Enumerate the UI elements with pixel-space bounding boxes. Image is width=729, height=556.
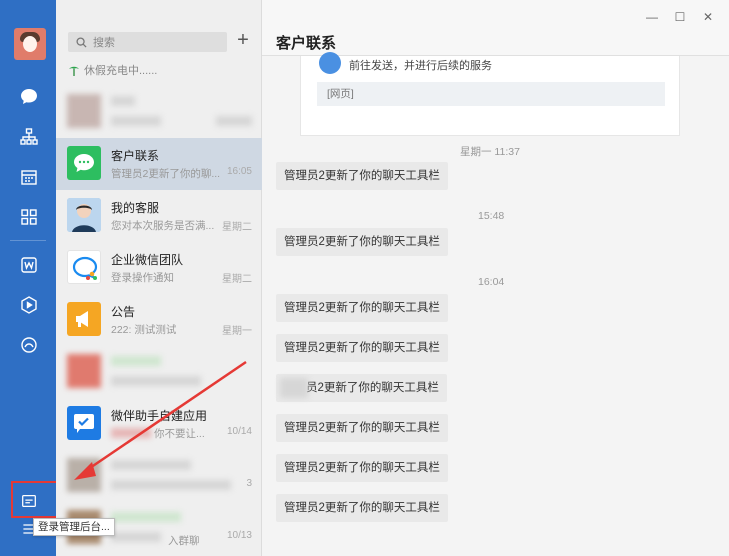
list-item-customer-contact[interactable]: 客户联系 管理员2更新了你的聊... 16:05 <box>56 138 262 190</box>
checkmark-chat-icon <box>67 406 101 440</box>
chat-header: 客户联系 — ☐ ✕ <box>262 0 729 56</box>
status-text: 休假充电中...... <box>84 65 158 77</box>
doc-w-icon[interactable] <box>18 254 40 276</box>
close-button[interactable]: ✕ <box>701 10 715 24</box>
palm-tree-icon <box>69 66 79 76</box>
card-text: 前往发送，并进行后续的服务 <box>349 60 492 72</box>
system-message: 管理员2更新了你的聊天工具栏 <box>276 494 448 522</box>
session-list: 搜索 + 休假充电中...... 客户联系 管理员2更新了你的聊... 16:0… <box>56 0 262 556</box>
session-name: 公告 <box>111 305 136 319</box>
calendar-icon[interactable] <box>18 166 40 188</box>
session-name: 企业微信团队 <box>111 253 184 267</box>
list-item-blurred[interactable] <box>56 346 262 398</box>
chat-bubble-icon <box>67 146 101 180</box>
admin-tooltip: 登录管理后台... <box>33 518 115 536</box>
megaphone-icon <box>67 302 101 336</box>
session-time: 星期一 <box>222 326 252 337</box>
session-preview: 入群聊 <box>168 535 200 547</box>
list-item-blurred[interactable]: 3 <box>56 450 262 502</box>
system-message: 管理员2更新了你的聊天工具栏 <box>276 294 448 322</box>
meeting-play-icon[interactable] <box>18 294 40 316</box>
card-icon <box>319 52 341 74</box>
system-message: 管理员2更新了你的聊天工具栏 <box>276 228 448 256</box>
session-preview: 登录操作通知 <box>111 272 174 284</box>
add-button[interactable]: + <box>234 30 252 52</box>
maximize-button[interactable]: ☐ <box>673 10 687 24</box>
timestamp: 16:04 <box>478 276 505 288</box>
session-name: 微伴助手自建应用 <box>111 409 208 423</box>
system-message: 管理员2更新了你的聊天工具栏 <box>276 454 448 482</box>
list-item-my-service[interactable]: 我的客服 您对本次服务是否满... 星期二 <box>56 190 262 242</box>
card-footer: [网页] <box>317 82 665 106</box>
system-message: 管理员2更新了你的聊天工具栏 <box>276 414 448 442</box>
timestamp: 星期一 11:37 <box>460 146 520 158</box>
nav-rail <box>0 0 56 556</box>
search-input[interactable]: 搜索 <box>68 32 227 52</box>
list-item-announcement[interactable]: 公告 222: 测试测试 星期一 <box>56 294 262 346</box>
session-time: 星期二 <box>222 274 252 285</box>
wecom-logo-icon <box>67 250 101 284</box>
session-preview: 你不要让... <box>154 428 205 440</box>
session-time: 10/14 <box>226 426 252 437</box>
agent-avatar <box>67 198 101 232</box>
search-placeholder: 搜索 <box>93 37 115 49</box>
list-item-wecom-team[interactable]: 企业微信团队 登录操作通知 星期二 <box>56 242 262 294</box>
session-time: 星期二 <box>222 222 252 233</box>
message-icon[interactable] <box>18 86 40 108</box>
cloud-drive-icon[interactable] <box>18 334 40 356</box>
session-name: 客户联系 <box>111 149 160 163</box>
chat-title: 客户联系 <box>276 35 337 52</box>
list-item-blurred[interactable] <box>56 86 262 138</box>
system-message: 管理员2更新了你的聊天工具栏 <box>276 334 448 362</box>
list-item-weiban-app[interactable]: 微伴助手自建应用 你不要让... 10/14 <box>56 398 262 450</box>
apps-grid-icon[interactable] <box>18 206 40 228</box>
session-preview: 您对本次服务是否满... <box>111 220 215 232</box>
system-message: 管理员2更新了你的聊天工具栏 <box>276 162 448 190</box>
session-time: 3 <box>246 478 252 489</box>
session-preview: 222: 测试测试 <box>111 324 177 336</box>
chat-pane: 客户联系 — ☐ ✕ 前往发送，并进行后续的服务 [网页] 星期一 11:37 … <box>262 0 729 556</box>
divider <box>10 240 46 241</box>
timestamp: 15:48 <box>478 210 505 222</box>
org-chart-icon[interactable] <box>18 126 40 148</box>
user-avatar[interactable] <box>14 28 46 60</box>
session-preview: 管理员2更新了你的聊... <box>111 168 221 180</box>
session-time: 16:05 <box>226 166 252 177</box>
user-status[interactable]: 休假充电中...... <box>68 62 157 78</box>
link-card[interactable]: 前往发送，并进行后续的服务 [网页] <box>300 52 680 136</box>
session-time: 10/13 <box>226 530 252 541</box>
session-name: 我的客服 <box>111 201 160 215</box>
minimize-button[interactable]: — <box>645 10 659 24</box>
search-icon <box>76 36 87 48</box>
